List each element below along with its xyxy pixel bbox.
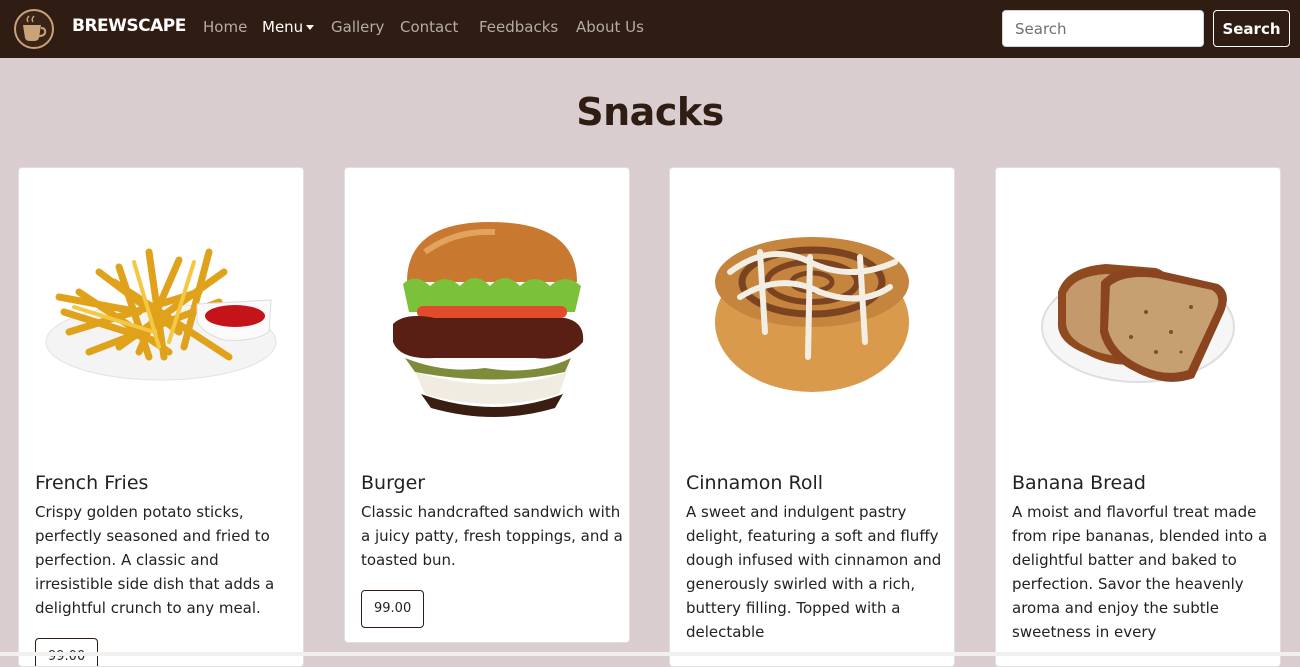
card-title: Cinnamon Roll xyxy=(686,472,824,494)
section-title: Snacks xyxy=(576,90,724,134)
card-title: Banana Bread xyxy=(1012,472,1146,494)
french-fries-image xyxy=(19,182,303,452)
search-input[interactable] xyxy=(1002,10,1204,47)
coffee-cup-icon[interactable] xyxy=(13,8,55,50)
nav-link-contact[interactable]: Contact xyxy=(400,18,458,36)
burger-image xyxy=(345,182,629,452)
nav-link-gallery[interactable]: Gallery xyxy=(331,18,384,36)
card-description: A sweet and indulgent pastry delight, fe… xyxy=(686,503,942,641)
card-description: A moist and flavorful treat made from ri… xyxy=(1012,503,1268,641)
search-button[interactable]: Search xyxy=(1213,10,1290,47)
caret-down-icon xyxy=(306,25,315,30)
menu-card-cinnamon-roll: Cinnamon Roll A sweet and indulgent past… xyxy=(669,167,955,667)
scroll-edge xyxy=(0,652,1300,656)
nav-link-about-us[interactable]: About Us xyxy=(576,18,644,36)
nav-link-feedbacks[interactable]: Feedbacks xyxy=(479,18,558,36)
navbar: BREWSCAPE Home Menu Gallery Contact Feed… xyxy=(0,0,1300,58)
menu-card-french-fries: French Fries Crispy golden potato sticks… xyxy=(18,167,304,667)
cinnamon-roll-image xyxy=(670,182,954,452)
price-button[interactable]: 99.00 xyxy=(361,590,425,628)
nav-link-menu[interactable]: Menu xyxy=(262,18,315,36)
nav-link-home[interactable]: Home xyxy=(203,18,247,36)
nav-link-menu-label: Menu xyxy=(262,18,304,36)
card-description: Crispy golden potato sticks, perfectly s… xyxy=(35,503,275,617)
brand-name[interactable]: BREWSCAPE xyxy=(72,16,186,36)
banana-bread-image xyxy=(996,182,1280,452)
menu-card-burger: Burger Classic handcrafted sandwich with… xyxy=(344,167,630,643)
card-title: French Fries xyxy=(35,472,149,494)
card-description: Classic handcrafted sandwich with a juic… xyxy=(361,503,623,569)
card-title: Burger xyxy=(361,472,426,494)
menu-card-banana-bread: Banana Bread A moist and flavorful treat… xyxy=(995,167,1281,667)
